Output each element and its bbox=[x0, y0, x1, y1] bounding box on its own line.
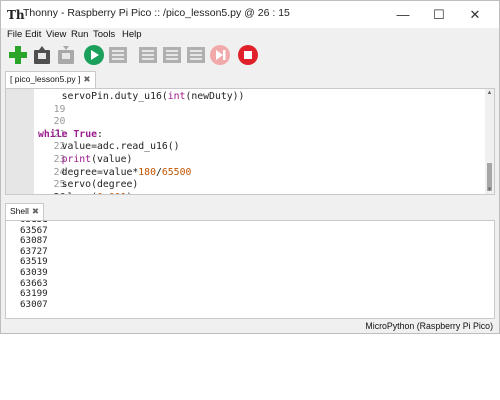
toolbar bbox=[1, 42, 499, 68]
code-text: servo(degree) bbox=[38, 179, 139, 191]
code-text: degree=value*180/65500 bbox=[38, 166, 192, 178]
menu-bar: File Edit View Run Tools Help bbox=[1, 28, 499, 42]
step-out-icon[interactable] bbox=[185, 44, 207, 66]
number-token: 180 bbox=[138, 166, 156, 178]
tab-close-icon[interactable]: ✖ bbox=[83, 74, 90, 84]
keyword-token: True bbox=[73, 128, 97, 140]
code-line: 25 degree=value*180/65500 bbox=[6, 166, 486, 191]
menu-tools[interactable]: Tools bbox=[93, 28, 115, 41]
debug-icon[interactable] bbox=[107, 44, 129, 66]
editor-scrollbar[interactable]: ▲ ▼ bbox=[485, 89, 494, 194]
resume-icon[interactable] bbox=[209, 44, 231, 66]
menu-file[interactable]: File bbox=[7, 28, 22, 41]
tab-label: [ pico_lesson5.py ] bbox=[10, 74, 81, 84]
scroll-up-icon[interactable]: ▲ bbox=[485, 89, 494, 97]
open-file-icon[interactable] bbox=[31, 44, 53, 66]
shell-panel[interactable]: 63131 63567 63087 63727 63519 63039 6366… bbox=[5, 220, 495, 319]
number-token: 0.001 bbox=[97, 192, 127, 194]
code-line: 20 bbox=[6, 104, 486, 127]
title-bar: Th Thonny - Raspberry Pi Pico :: /pico_l… bbox=[1, 1, 499, 28]
tab-shell[interactable]: Shell ✖ bbox=[5, 203, 45, 220]
step-over-icon[interactable] bbox=[137, 44, 159, 66]
shell-tab-close-icon[interactable]: ✖ bbox=[32, 206, 39, 216]
code-line: 27 sleep(0.001) bbox=[6, 192, 486, 194]
shell-output-line: 63039 bbox=[20, 267, 48, 278]
close-button[interactable]: ✕ bbox=[457, 4, 493, 25]
status-bar: MicroPython (Raspberry Pi Pico) bbox=[1, 320, 499, 334]
menu-edit[interactable]: Edit bbox=[25, 28, 41, 41]
tab-pico-lesson5[interactable]: [ pico_lesson5.py ] ✖ bbox=[5, 71, 96, 88]
code-line: 19 servoPin.duty_u16(int(newDuty)) bbox=[6, 91, 486, 115]
builtin-token: print bbox=[61, 154, 92, 165]
code-text: sleep(0.001) bbox=[38, 192, 133, 194]
thonny-window: Th Thonny - Raspberry Pi Pico :: /pico_l… bbox=[0, 0, 500, 334]
new-file-icon[interactable] bbox=[7, 44, 29, 66]
code-line: 22 while True: bbox=[6, 128, 486, 153]
minimize-button[interactable]: — bbox=[385, 4, 421, 25]
run-icon[interactable] bbox=[83, 44, 105, 66]
window-title: Thonny - Raspberry Pi Pico :: /pico_less… bbox=[23, 7, 290, 19]
menu-view[interactable]: View bbox=[46, 28, 66, 41]
shell-tab-label: Shell bbox=[10, 206, 29, 216]
code-text: servoPin.duty_u16(int(newDuty)) bbox=[38, 91, 245, 102]
code-line: 21 bbox=[6, 116, 486, 140]
scroll-down-icon[interactable]: ▼ bbox=[485, 186, 494, 194]
builtin-token: int bbox=[167, 91, 186, 102]
code-line: 24 print(value) bbox=[6, 154, 486, 178]
step-into-icon[interactable] bbox=[161, 44, 183, 66]
code-text: print(value) bbox=[61, 154, 133, 165]
code-text: value=adc.read_u16() bbox=[38, 141, 180, 153]
menu-run[interactable]: Run bbox=[71, 28, 88, 41]
code-line: 26 servo(degree) bbox=[6, 179, 486, 194]
interpreter-status[interactable]: MicroPython (Raspberry Pi Pico) bbox=[365, 321, 493, 331]
stop-icon[interactable] bbox=[237, 44, 259, 66]
shell-output-line: 63007 bbox=[20, 298, 48, 310]
editor-tab-bar: [ pico_lesson5.py ] ✖ bbox=[1, 68, 499, 88]
code-editor[interactable]: 19 servoPin.duty_u16(int(newDuty)) 20 21… bbox=[5, 88, 495, 195]
number-token: 65500 bbox=[161, 166, 192, 178]
code-text: while True: bbox=[38, 128, 103, 140]
menu-help[interactable]: Help bbox=[122, 28, 142, 41]
keyword-token: while bbox=[38, 128, 68, 140]
shell-tab-bar: Shell ✖ bbox=[1, 200, 499, 220]
save-file-icon[interactable] bbox=[55, 44, 77, 66]
code-line: 23 value=adc.read_u16() bbox=[6, 141, 486, 165]
maximize-button[interactable]: ☐ bbox=[421, 4, 457, 25]
thonny-app-icon: Th bbox=[7, 8, 25, 22]
